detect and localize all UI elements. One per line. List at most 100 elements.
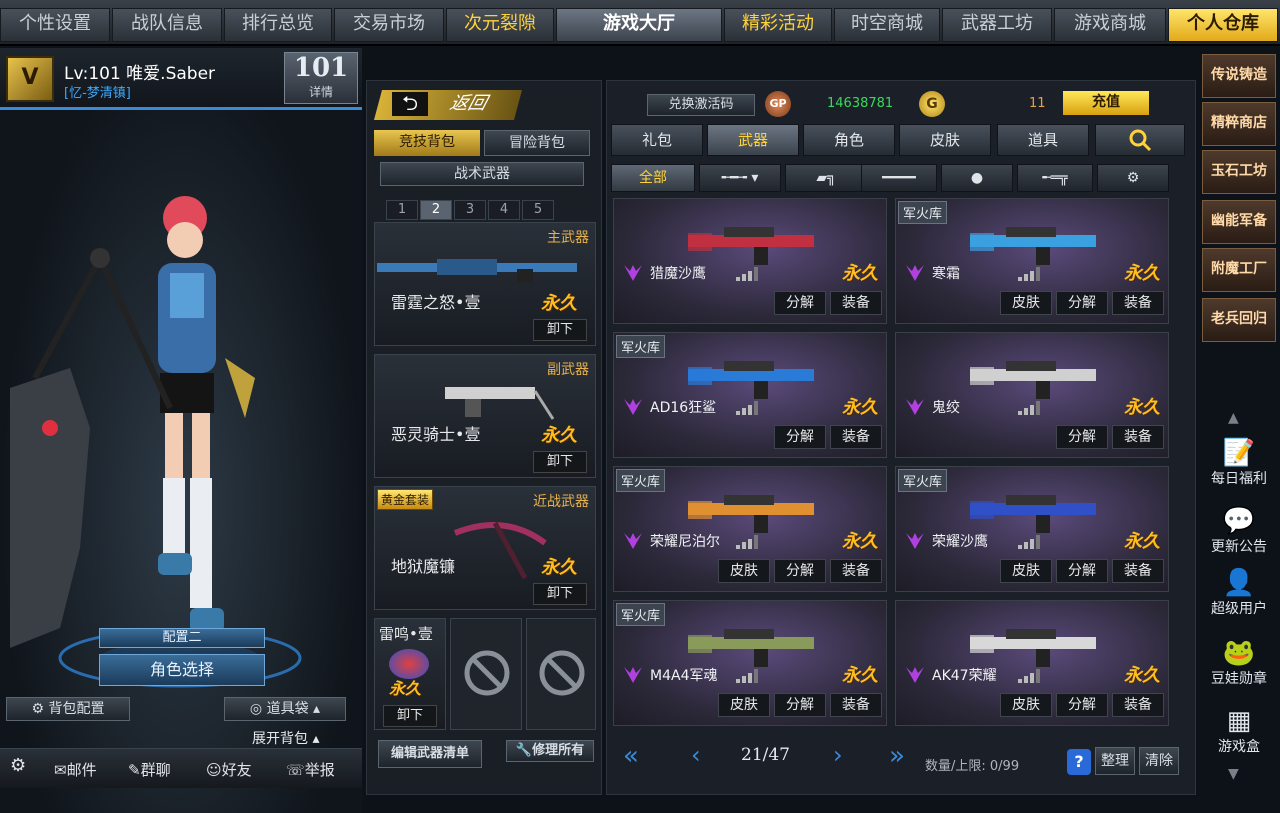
bag-tab-adventure[interactable]: 冒险背包 xyxy=(484,130,590,156)
side-feature-button[interactable]: 精粹商店 xyxy=(1202,102,1276,146)
side-shortcut[interactable]: 📝 每日福利 xyxy=(1202,438,1276,488)
item-action-button[interactable]: 装备 xyxy=(830,291,882,315)
search-button[interactable] xyxy=(1095,124,1185,156)
expand-bag-button[interactable]: 展开背包 ▴ xyxy=(252,728,319,748)
item-action-button[interactable]: 皮肤 xyxy=(718,559,770,583)
item-action-button[interactable]: 分解 xyxy=(1056,291,1108,315)
category-tab[interactable]: 皮肤 xyxy=(899,124,991,156)
friends-button[interactable]: ☺好友 xyxy=(206,759,252,780)
redeem-code-button[interactable]: 兑换激活码 xyxy=(647,94,755,116)
category-tab[interactable]: 角色 xyxy=(803,124,895,156)
item-action-button[interactable]: 分解 xyxy=(774,693,826,717)
group-chat-button[interactable]: ✎群聊 xyxy=(128,759,171,780)
nav-tab[interactable]: 个性设置 xyxy=(0,8,110,42)
inventory-item-card[interactable]: 军火库 AD16狂鲨 永久 分解 装备 xyxy=(613,332,887,458)
inventory-item-card[interactable]: 军火库 荣耀沙鹰 永久 皮肤 分解 装备 xyxy=(895,466,1169,592)
bag-config-button[interactable]: ⚙ 背包配置 xyxy=(6,697,130,721)
category-tab[interactable]: 武器 xyxy=(707,124,799,156)
bag-tab-competitive[interactable]: 竞技背包 xyxy=(374,130,480,156)
unequip-button[interactable]: 卸下 xyxy=(533,319,587,341)
mail-button[interactable]: ✉邮件 xyxy=(54,759,97,780)
slot-secondary[interactable]: 副武器 恶灵骑士•壹 永久 卸下 xyxy=(374,354,596,478)
last-page-icon[interactable]: » xyxy=(889,741,905,771)
item-action-button[interactable]: 分解 xyxy=(1056,425,1108,449)
unequip-button[interactable]: 卸下 xyxy=(383,705,437,727)
side-feature-button[interactable]: 老兵回归 xyxy=(1202,298,1276,342)
loadout-page-tab[interactable]: 2 xyxy=(420,200,452,220)
item-action-button[interactable]: 分解 xyxy=(1056,559,1108,583)
item-action-button[interactable]: 皮肤 xyxy=(1000,693,1052,717)
inventory-item-card[interactable]: AK47荣耀 永久 皮肤 分解 装备 xyxy=(895,600,1169,726)
scroll-down-icon[interactable]: ▼ xyxy=(1228,766,1239,782)
item-action-button[interactable]: 装备 xyxy=(1112,693,1164,717)
nav-tab[interactable]: 游戏大厅 xyxy=(556,8,722,42)
side-shortcut[interactable]: 👤 超级用户 xyxy=(1202,568,1276,618)
item-action-button[interactable]: 分解 xyxy=(1056,693,1108,717)
nav-tab[interactable]: 精彩活动 xyxy=(724,8,832,42)
nav-tab[interactable]: 个人仓库 xyxy=(1168,8,1278,42)
inventory-item-card[interactable]: 军火库 寒霜 永久 皮肤 分解 装备 xyxy=(895,198,1169,324)
scroll-up-icon[interactable]: ▲ xyxy=(1228,410,1239,426)
player-clan[interactable]: [忆-梦清镇] xyxy=(64,82,131,101)
nav-tab[interactable]: 排行总览 xyxy=(224,8,332,42)
side-shortcut[interactable]: 💬 更新公告 xyxy=(1202,506,1276,556)
inventory-item-card[interactable]: 猎魔沙鹰 永久 分解 装备 xyxy=(613,198,887,324)
filter-settings[interactable]: ⚙ xyxy=(1097,164,1169,192)
slot-melee[interactable]: 黄金套装 近战武器 地狱魔镰 永久 卸下 xyxy=(374,486,596,610)
side-feature-button[interactable]: 附魔工厂 xyxy=(1202,248,1276,292)
item-action-button[interactable]: 分解 xyxy=(774,425,826,449)
filter-machinegun[interactable]: ╾═╦ xyxy=(1017,164,1093,192)
filter-grenade[interactable]: ● xyxy=(941,164,1013,192)
prev-page-icon[interactable]: ‹ xyxy=(691,741,701,769)
filter-all[interactable]: 全部 xyxy=(611,164,695,192)
repair-all-button[interactable]: 🔧修理所有 xyxy=(506,740,594,762)
character-select-button[interactable]: 角色选择 xyxy=(99,654,265,686)
sort-button[interactable]: 整理 xyxy=(1095,747,1135,775)
slot-empty[interactable] xyxy=(526,618,596,730)
nav-tab[interactable]: 战队信息 xyxy=(112,8,222,42)
item-action-button[interactable]: 装备 xyxy=(830,559,882,583)
filter-pistol[interactable]: ▰╗ xyxy=(785,164,867,192)
nav-tab[interactable]: 游戏商城 xyxy=(1054,8,1166,42)
item-bag-button[interactable]: ◎ 道具袋 ▴ xyxy=(224,697,346,721)
side-shortcut[interactable]: ▦ 游戏盒 xyxy=(1202,706,1276,756)
filter-sniper[interactable]: ━━━━ xyxy=(861,164,937,192)
loadout-page-tab[interactable]: 1 xyxy=(386,200,418,220)
first-page-icon[interactable]: « xyxy=(623,741,639,771)
slot-primary[interactable]: 主武器 雷霆之怒•壹 永久 卸下 xyxy=(374,222,596,346)
side-feature-button[interactable]: 幽能军备 xyxy=(1202,200,1276,244)
inventory-item-card[interactable]: 军火库 M4A4军魂 永久 皮肤 分解 装备 xyxy=(613,600,887,726)
next-page-icon[interactable]: › xyxy=(833,741,843,769)
loadout-page-tab[interactable]: 5 xyxy=(522,200,554,220)
side-feature-button[interactable]: 玉石工坊 xyxy=(1202,150,1276,194)
item-action-button[interactable]: 分解 xyxy=(774,559,826,583)
tactical-weapon-button[interactable]: 战术武器 xyxy=(380,162,584,186)
help-icon[interactable]: ? xyxy=(1067,749,1091,775)
filter-rifle[interactable]: ╾━╼ ▾ xyxy=(699,164,781,192)
unequip-button[interactable]: 卸下 xyxy=(533,451,587,473)
inventory-item-card[interactable]: 鬼绞 永久 分解 装备 xyxy=(895,332,1169,458)
item-action-button[interactable]: 装备 xyxy=(830,425,882,449)
nav-tab[interactable]: 武器工坊 xyxy=(942,8,1052,42)
category-tab[interactable]: 礼包 xyxy=(611,124,703,156)
item-action-button[interactable]: 装备 xyxy=(1112,559,1164,583)
item-action-button[interactable]: 皮肤 xyxy=(1000,559,1052,583)
recharge-button[interactable]: 充值 xyxy=(1063,91,1149,115)
loadout-page-tab[interactable]: 4 xyxy=(488,200,520,220)
settings-gear-icon[interactable]: ⚙ xyxy=(10,755,26,776)
nav-tab[interactable]: 时空商城 xyxy=(834,8,940,42)
edit-weapon-list-button[interactable]: 编辑武器清单 xyxy=(378,740,482,768)
slot-empty[interactable] xyxy=(450,618,522,730)
report-button[interactable]: ☏举报 xyxy=(286,759,335,780)
nav-tab[interactable]: 次元裂隙 xyxy=(446,8,554,42)
item-action-button[interactable]: 装备 xyxy=(830,693,882,717)
side-feature-button[interactable]: 传说铸造 xyxy=(1202,54,1276,98)
clear-button[interactable]: 清除 xyxy=(1139,747,1179,775)
item-action-button[interactable]: 分解 xyxy=(774,291,826,315)
category-tab[interactable]: 道具 xyxy=(997,124,1089,156)
loadout-page-tab[interactable]: 3 xyxy=(454,200,486,220)
slot-grenade[interactable]: 雷鸣•壹 永久 卸下 xyxy=(374,618,446,730)
rank-detail-button[interactable]: 101 详情 xyxy=(284,52,358,104)
item-action-button[interactable]: 皮肤 xyxy=(1000,291,1052,315)
item-action-button[interactable]: 装备 xyxy=(1112,291,1164,315)
